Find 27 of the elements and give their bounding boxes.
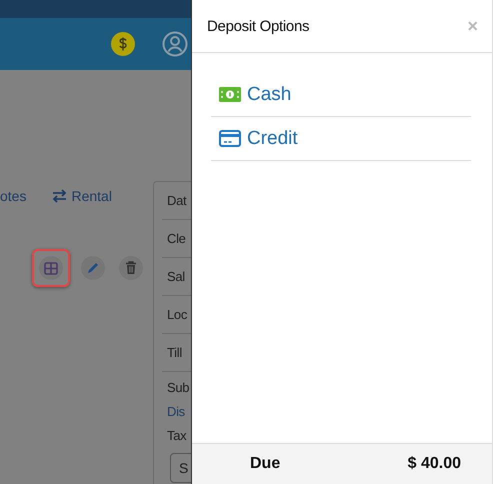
grid-icon <box>44 262 58 274</box>
nav-link[interactable]: Rental <box>52 188 112 204</box>
close-button[interactable]: × <box>467 16 478 36</box>
field-label: Sal <box>167 269 185 284</box>
deposit-option[interactable]: Credit <box>211 117 471 161</box>
grid-button[interactable] <box>39 256 63 280</box>
delete-button[interactable] <box>119 256 143 280</box>
user-icon[interactable] <box>162 31 188 57</box>
field-label: Cle <box>167 231 186 246</box>
field-label: Loc <box>167 307 188 322</box>
panel-title: Deposit Options <box>207 18 310 34</box>
field-label: Till <box>167 345 182 360</box>
credit-card-icon <box>219 130 241 147</box>
pencil-icon <box>86 261 100 275</box>
total-label: Tax <box>167 427 188 445</box>
due-label: Due <box>250 455 280 473</box>
deposit-option[interactable]: Cash <box>211 73 471 117</box>
edit-button[interactable] <box>81 256 105 280</box>
nav-link[interactable]: otes <box>0 188 26 204</box>
swap-arrows-icon <box>52 189 68 203</box>
dollar-icon[interactable] <box>111 32 135 56</box>
field-label: Dat <box>167 193 186 208</box>
trash-icon <box>125 261 137 275</box>
banknote-icon <box>219 87 241 102</box>
discount-link[interactable]: Dis <box>167 403 191 421</box>
due-amount: $ 40.00 <box>408 455 461 473</box>
total-label: Sub <box>167 379 190 397</box>
